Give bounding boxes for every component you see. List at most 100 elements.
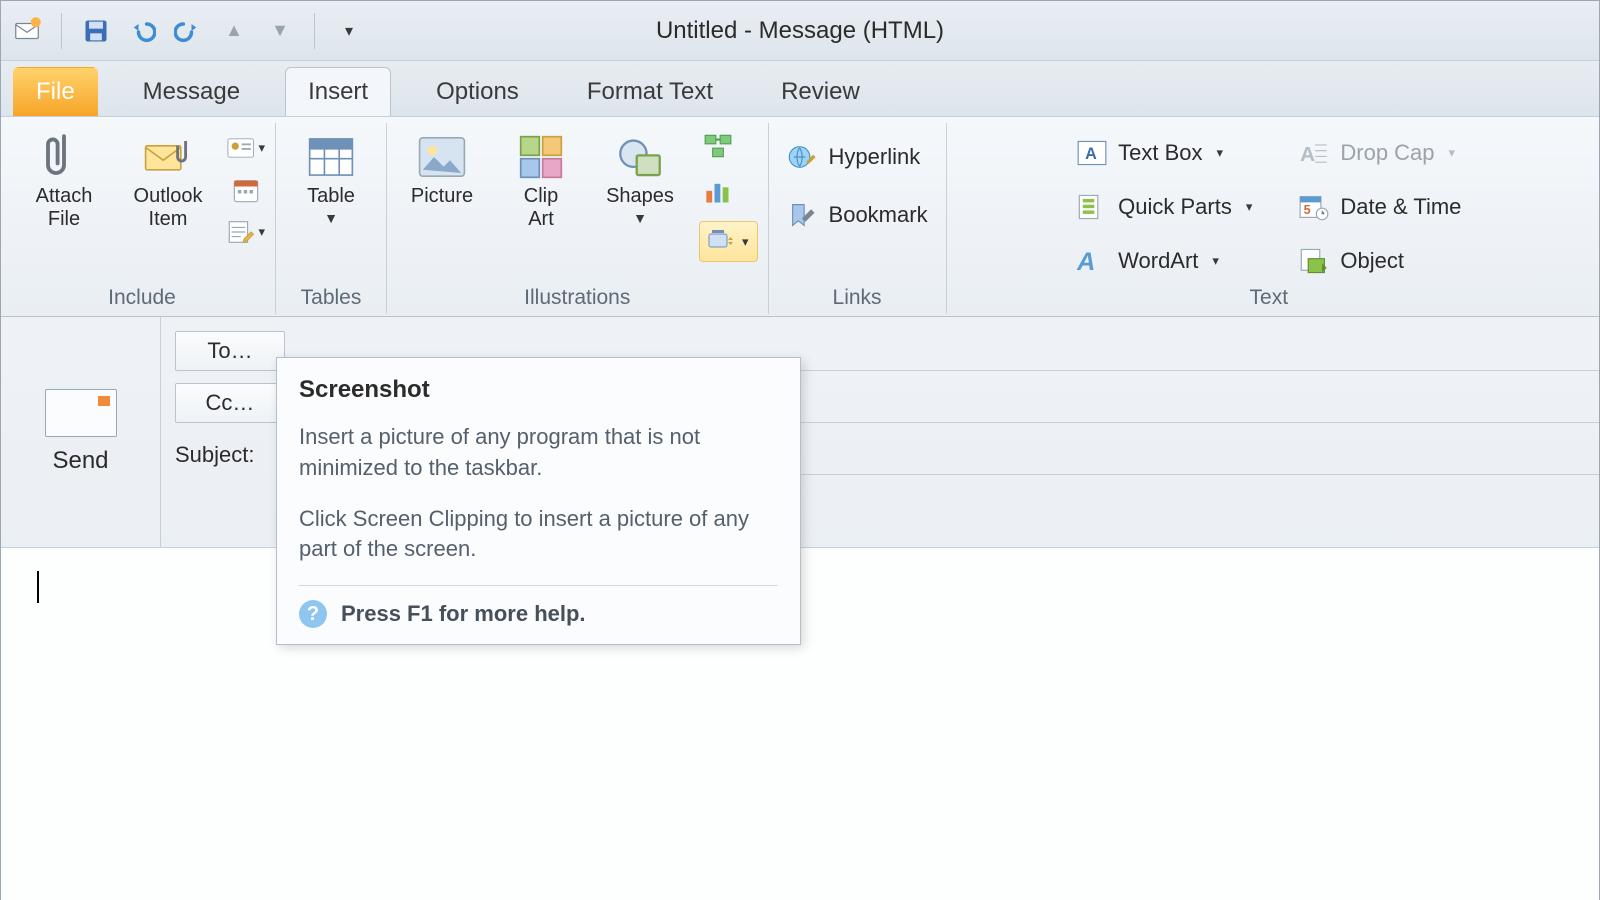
drop-cap-button[interactable]: A Drop Cap▾ bbox=[1290, 133, 1469, 173]
paperclip-icon bbox=[40, 133, 88, 181]
picture-label: Picture bbox=[411, 185, 473, 208]
qat-separator-2 bbox=[314, 13, 315, 49]
tooltip-line1: Insert a picture of any program that is … bbox=[299, 422, 778, 484]
hyperlink-icon bbox=[787, 141, 819, 173]
outlook-item-label: OutlookItem bbox=[134, 185, 203, 231]
tab-options[interactable]: Options bbox=[413, 67, 542, 116]
drop-cap-icon: A bbox=[1298, 137, 1330, 169]
send-label[interactable]: Send bbox=[52, 447, 108, 475]
ribbon-tabs: File Message Insert Options Format Text … bbox=[1, 61, 1599, 117]
send-icon[interactable] bbox=[45, 389, 117, 437]
group-illustrations: Picture ClipArt Shapes ▼ bbox=[387, 123, 769, 314]
group-illustrations-label: Illustrations bbox=[524, 284, 630, 312]
tab-file[interactable]: File bbox=[13, 67, 98, 116]
tab-format-text[interactable]: Format Text bbox=[564, 67, 736, 116]
drop-cap-label: Drop Cap bbox=[1340, 140, 1434, 166]
svg-text:A: A bbox=[1301, 143, 1316, 166]
quick-parts-label: Quick Parts bbox=[1118, 194, 1232, 220]
to-button[interactable]: To… bbox=[175, 331, 285, 371]
table-icon bbox=[307, 133, 355, 181]
save-icon[interactable] bbox=[78, 13, 114, 49]
signature-button[interactable]: ▾ bbox=[227, 215, 265, 249]
date-time-label: Date & Time bbox=[1340, 194, 1461, 220]
group-include: AttachFile OutlookItem ▾ ▾ bbox=[9, 123, 276, 314]
tooltip-separator bbox=[299, 585, 778, 586]
screenshot-tooltip: Screenshot Insert a picture of any progr… bbox=[276, 357, 801, 645]
wordart-label: WordArt bbox=[1118, 248, 1198, 274]
redo-icon[interactable] bbox=[170, 13, 206, 49]
tab-insert[interactable]: Insert bbox=[285, 67, 391, 116]
bookmark-icon bbox=[787, 199, 819, 231]
outlook-compose-window: ▲ ▼ ▾ Untitled - Message (HTML) File Mes… bbox=[0, 0, 1600, 900]
titlebar: ▲ ▼ ▾ Untitled - Message (HTML) bbox=[1, 1, 1599, 61]
group-text-label: Text bbox=[1250, 284, 1289, 312]
chart-button[interactable] bbox=[699, 175, 737, 209]
bookmark-label: Bookmark bbox=[829, 202, 928, 228]
help-icon: ? bbox=[299, 600, 327, 628]
outlook-item-button[interactable]: OutlookItem bbox=[123, 127, 213, 231]
chevron-down-icon: ▼ bbox=[633, 210, 647, 226]
group-text: A Text Box▾ Quick Parts▾ A WordArt▾ A bbox=[947, 123, 1591, 314]
hyperlink-button[interactable]: Hyperlink bbox=[779, 137, 936, 177]
group-links: Hyperlink Bookmark Links bbox=[769, 123, 947, 314]
tab-review[interactable]: Review bbox=[758, 67, 883, 116]
cc-button[interactable]: Cc… bbox=[175, 383, 285, 423]
undo-icon[interactable] bbox=[124, 13, 160, 49]
group-tables-label: Tables bbox=[301, 284, 362, 312]
group-links-label: Links bbox=[833, 284, 882, 312]
group-include-label: Include bbox=[108, 284, 176, 312]
tooltip-title: Screenshot bbox=[299, 376, 778, 404]
tooltip-help-text: Press F1 for more help. bbox=[341, 601, 586, 627]
svg-text:A: A bbox=[1076, 248, 1095, 275]
date-time-button[interactable]: 5 Date & Time bbox=[1290, 187, 1469, 227]
send-column: Send bbox=[1, 317, 161, 547]
quick-access-toolbar: ▲ ▼ ▾ bbox=[9, 13, 367, 49]
quick-parts-icon bbox=[1076, 191, 1108, 223]
text-box-button[interactable]: A Text Box▾ bbox=[1068, 133, 1260, 173]
shapes-icon bbox=[616, 133, 664, 181]
qat-customize-icon[interactable]: ▾ bbox=[331, 13, 367, 49]
attach-file-button[interactable]: AttachFile bbox=[19, 127, 109, 231]
text-box-icon: A bbox=[1076, 137, 1108, 169]
screenshot-button[interactable]: ▾ bbox=[699, 221, 758, 262]
envelope-clip-icon bbox=[144, 133, 192, 181]
table-label: Table bbox=[307, 185, 355, 208]
chevron-down-icon: ▼ bbox=[324, 210, 338, 226]
window-title: Untitled - Message (HTML) bbox=[656, 17, 944, 45]
clip-art-icon bbox=[517, 133, 565, 181]
screenshot-icon bbox=[708, 228, 734, 255]
qat-prev-icon[interactable]: ▲ bbox=[216, 13, 252, 49]
qat-separator bbox=[61, 13, 62, 49]
subject-label: Subject: bbox=[175, 442, 287, 468]
hyperlink-label: Hyperlink bbox=[829, 144, 921, 170]
text-box-label: Text Box bbox=[1118, 140, 1202, 166]
object-button[interactable]: Object bbox=[1290, 241, 1469, 281]
shapes-label: Shapes bbox=[606, 185, 674, 208]
quick-parts-button[interactable]: Quick Parts▾ bbox=[1068, 187, 1260, 227]
date-time-icon: 5 bbox=[1298, 191, 1330, 223]
wordart-icon: A bbox=[1076, 245, 1108, 277]
qat-new-icon[interactable] bbox=[9, 13, 45, 49]
smartart-button[interactable] bbox=[699, 129, 737, 163]
group-tables: Table ▼ Tables bbox=[276, 123, 387, 314]
picture-button[interactable]: Picture bbox=[397, 127, 487, 208]
ribbon: AttachFile OutlookItem ▾ ▾ bbox=[1, 117, 1599, 317]
tab-message[interactable]: Message bbox=[120, 67, 263, 116]
text-cursor bbox=[37, 571, 39, 603]
svg-text:5: 5 bbox=[1304, 203, 1311, 217]
qat-next-icon[interactable]: ▼ bbox=[262, 13, 298, 49]
wordart-button[interactable]: A WordArt▾ bbox=[1068, 241, 1260, 281]
table-button[interactable]: Table ▼ bbox=[286, 127, 376, 226]
attach-file-label: AttachFile bbox=[36, 185, 93, 231]
clip-art-button[interactable]: ClipArt bbox=[501, 127, 581, 231]
calendar-button[interactable] bbox=[227, 173, 265, 207]
picture-icon bbox=[418, 133, 466, 181]
object-label: Object bbox=[1340, 248, 1404, 274]
svg-text:A: A bbox=[1085, 145, 1097, 163]
bookmark-button[interactable]: Bookmark bbox=[779, 195, 936, 235]
chevron-down-icon: ▾ bbox=[742, 234, 749, 250]
tooltip-line2: Click Screen Clipping to insert a pictur… bbox=[299, 504, 778, 566]
shapes-button[interactable]: Shapes ▼ bbox=[595, 127, 685, 226]
object-icon bbox=[1298, 245, 1330, 277]
business-card-button[interactable]: ▾ bbox=[227, 131, 265, 165]
